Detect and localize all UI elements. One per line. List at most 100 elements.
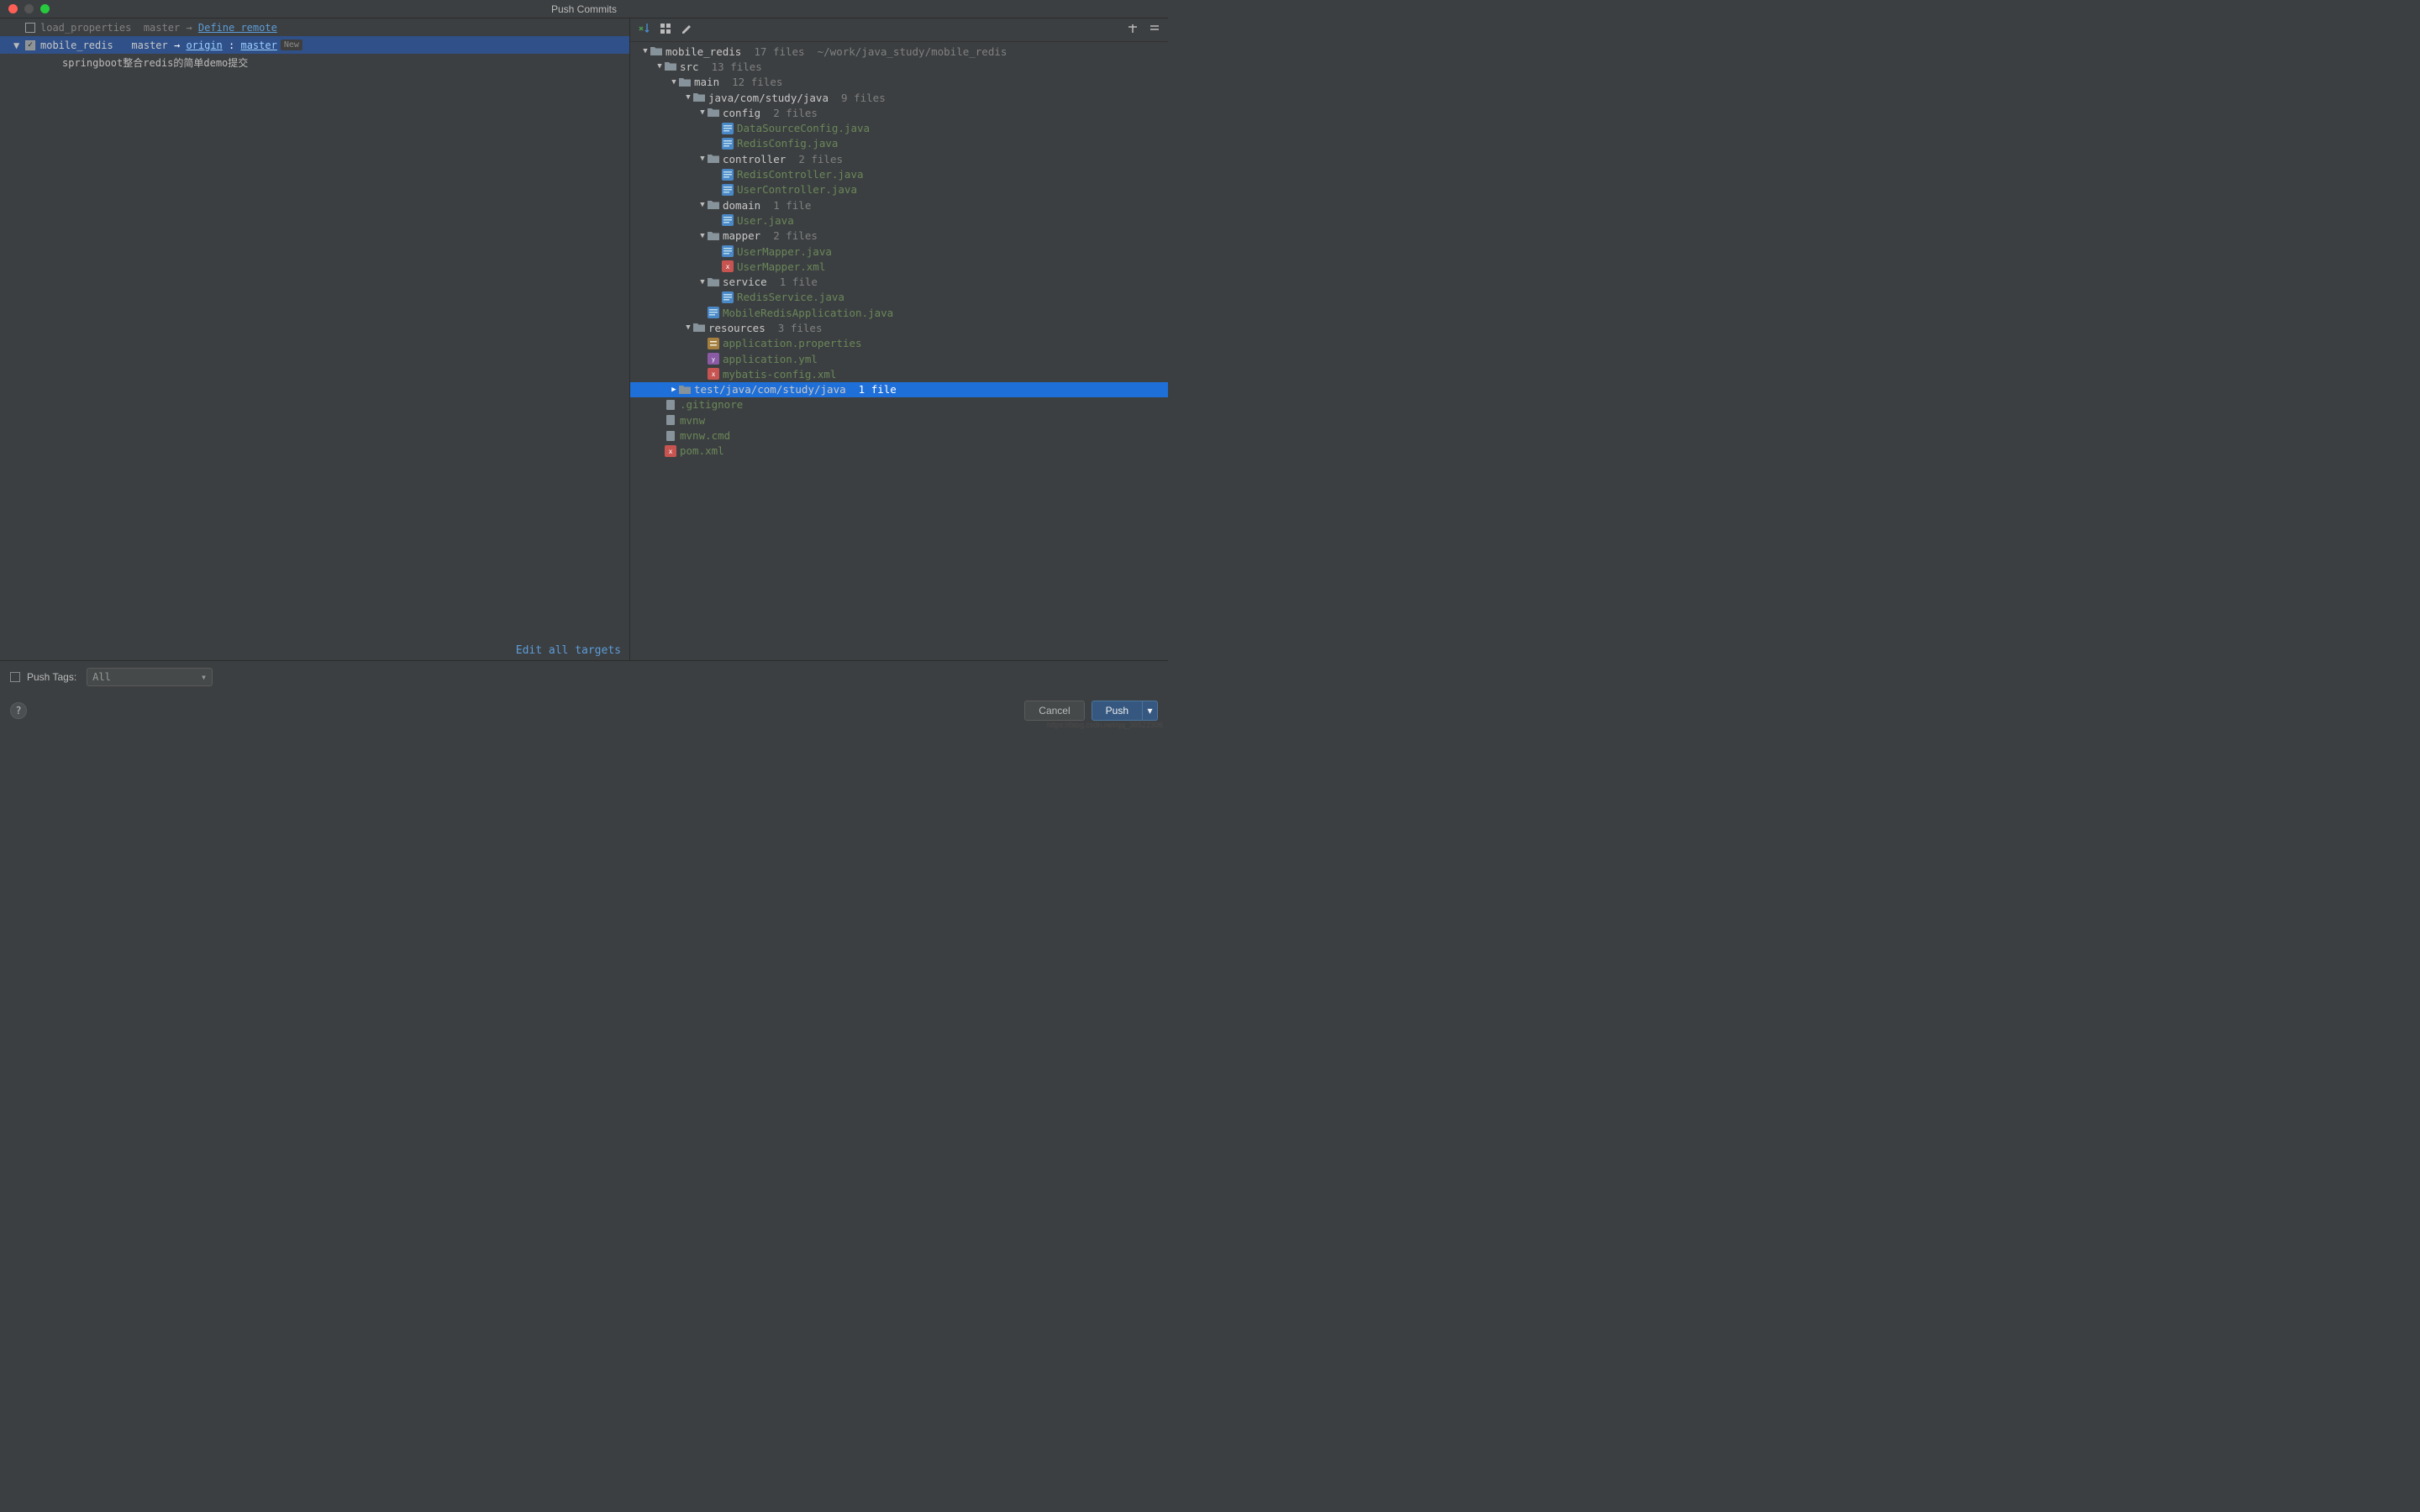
tree-node-name: config: [723, 107, 760, 119]
remote-name-link[interactable]: origin: [186, 39, 222, 51]
files-panel: ▼mobile_redis 17 files ~/work/java_study…: [630, 18, 1168, 660]
tree-node-name: MobileRedisApplication.java: [723, 307, 893, 319]
tree-row[interactable]: x mybatis-config.xml: [630, 366, 1168, 381]
tree-arrow-icon[interactable]: ▼: [655, 62, 665, 71]
tree-arrow-icon[interactable]: ▼: [697, 278, 708, 286]
tree-node-name: resources: [708, 322, 765, 334]
tree-node-path: ~/work/java_study/mobile_redis: [805, 45, 1007, 58]
edit-all-targets-link[interactable]: Edit all targets: [516, 644, 621, 657]
tree-row[interactable]: .gitignore: [630, 397, 1168, 412]
tree-row[interactable]: RedisController.java: [630, 166, 1168, 181]
repo-name: load_properties: [40, 22, 131, 34]
commits-panel: load_properties master → Define remote ▼…: [0, 18, 630, 660]
repo-name: mobile_redis: [40, 39, 113, 51]
tree-row[interactable]: UserController.java: [630, 182, 1168, 197]
tree-arrow-icon[interactable]: ▼: [697, 155, 708, 163]
cancel-button[interactable]: Cancel: [1024, 701, 1084, 721]
push-button[interactable]: Push: [1092, 701, 1143, 721]
tree-row[interactable]: ▼ mobile_redis 17 files ~/work/java_study…: [630, 44, 1168, 59]
tree-arrow-icon[interactable]: ▼: [697, 108, 708, 117]
tree-node-name: mvnw.cmd: [680, 429, 730, 442]
window-title: Push Commits: [551, 3, 617, 15]
tree-row[interactable]: mvnw: [630, 412, 1168, 428]
tree-row[interactable]: ▼domain 1 file: [630, 197, 1168, 213]
push-dropdown[interactable]: ▾: [1143, 701, 1158, 721]
tree-row[interactable]: ▼ src 13 files: [630, 59, 1168, 74]
chevron-down-icon: ▾: [201, 671, 207, 683]
push-tags-checkbox[interactable]: [10, 672, 20, 682]
tree-node-count: 2 files: [760, 107, 818, 119]
repo-row[interactable]: load_properties master → Define remote: [0, 18, 629, 36]
repo-checkbox[interactable]: [25, 23, 35, 33]
file-tree[interactable]: ▼mobile_redis 17 files ~/work/java_study…: [630, 42, 1168, 660]
tree-row[interactable]: MobileRedisApplication.java: [630, 305, 1168, 320]
tree-node-name: application.yml: [723, 353, 818, 365]
tree-node-count: 17 files: [741, 45, 804, 58]
tree-row[interactable]: ▼ resources 3 files: [630, 320, 1168, 335]
tree-node-count: 1 file: [767, 276, 818, 288]
remote-branch-link[interactable]: master: [240, 39, 276, 51]
tree-row[interactable]: ▼ config 2 files: [630, 105, 1168, 120]
tree-node-name: RedisService.java: [737, 291, 844, 303]
tree-node-name: mybatis-config.xml: [723, 368, 836, 381]
edit-icon[interactable]: [681, 22, 694, 38]
tree-node-count: 13 files: [699, 60, 762, 73]
tree-node-name: main: [694, 76, 719, 88]
tree-arrow-icon[interactable]: ▶: [669, 386, 679, 394]
tree-node-count: 1 file: [760, 199, 811, 212]
tree-node-name: RedisConfig.java: [737, 137, 838, 150]
svg-text:y: y: [712, 356, 715, 363]
tree-node-name: UserMapper.java: [737, 245, 832, 258]
svg-text:x: x: [712, 370, 716, 378]
tree-node-name: mobile_redis: [666, 45, 741, 58]
tree-row[interactable]: ▼service 1 file: [630, 274, 1168, 289]
tree-row[interactable]: ▼controller 2 files: [630, 151, 1168, 166]
tree-node-count: 12 files: [719, 76, 782, 88]
tree-node-name: .gitignore: [680, 398, 743, 411]
tree-row[interactable]: User.java: [630, 213, 1168, 228]
tree-node-name: java/com/study/java: [708, 92, 829, 104]
tree-arrow-icon[interactable]: ▼: [640, 47, 650, 55]
tree-node-name: src: [680, 60, 699, 73]
tree-row[interactable]: xpom.xml: [630, 444, 1168, 459]
tree-node-name: application.properties: [723, 337, 862, 349]
tree-row[interactable]: ▼java/com/study/java 9 files: [630, 90, 1168, 105]
new-badge: New: [281, 39, 302, 50]
group-icon[interactable]: [659, 22, 672, 38]
local-branch: master: [144, 22, 180, 34]
tree-row[interactable]: UserMapper.java: [630, 244, 1168, 259]
tree-row[interactable]: mvnw.cmd: [630, 428, 1168, 443]
collapse-icon[interactable]: ▼: [13, 39, 25, 51]
push-tags-combo[interactable]: All ▾: [87, 668, 213, 686]
maximize-icon[interactable]: [40, 4, 50, 13]
repo-row-selected[interactable]: ▼ ✓ mobile_redis master → origin : maste…: [0, 36, 629, 54]
tree-row[interactable]: application.properties: [630, 336, 1168, 351]
diff-icon[interactable]: [637, 22, 650, 38]
define-remote-link[interactable]: Define remote: [198, 22, 277, 34]
tree-row[interactable]: ▼mapper 2 files: [630, 228, 1168, 244]
tree-row[interactable]: xUserMapper.xml: [630, 259, 1168, 274]
commit-message[interactable]: springboot整合redis的简单demo提交: [0, 54, 629, 71]
tree-arrow-icon[interactable]: ▼: [669, 78, 679, 87]
tree-row[interactable]: ▼ main 12 files: [630, 75, 1168, 90]
tree-arrow-icon[interactable]: ▼: [697, 201, 708, 209]
tree-row[interactable]: DataSourceConfig.java: [630, 120, 1168, 135]
tree-row[interactable]: y application.yml: [630, 351, 1168, 366]
options-bar: Push Tags: All ▾: [0, 660, 1168, 692]
collapse-all-icon[interactable]: [1148, 22, 1161, 38]
tree-node-name: test/java/com/study/java: [694, 383, 846, 396]
tree-row[interactable]: RedisService.java: [630, 290, 1168, 305]
help-button[interactable]: ?: [10, 702, 27, 719]
tree-row[interactable]: ▶test/java/com/study/java 1 file: [630, 382, 1168, 397]
tree-arrow-icon[interactable]: ▼: [683, 93, 693, 102]
tree-row[interactable]: RedisConfig.java: [630, 136, 1168, 151]
tree-arrow-icon[interactable]: ▼: [697, 232, 708, 240]
close-icon[interactable]: [8, 4, 18, 13]
dialog-buttons: ? Cancel Push ▾: [0, 692, 1168, 729]
expand-all-icon[interactable]: [1126, 22, 1139, 38]
repo-checkbox[interactable]: ✓: [25, 40, 35, 50]
tree-node-count: 3 files: [765, 322, 823, 334]
tree-node-name: pom.xml: [680, 444, 724, 457]
tree-arrow-icon[interactable]: ▼: [683, 323, 693, 332]
tree-node-count: 2 files: [786, 153, 843, 165]
